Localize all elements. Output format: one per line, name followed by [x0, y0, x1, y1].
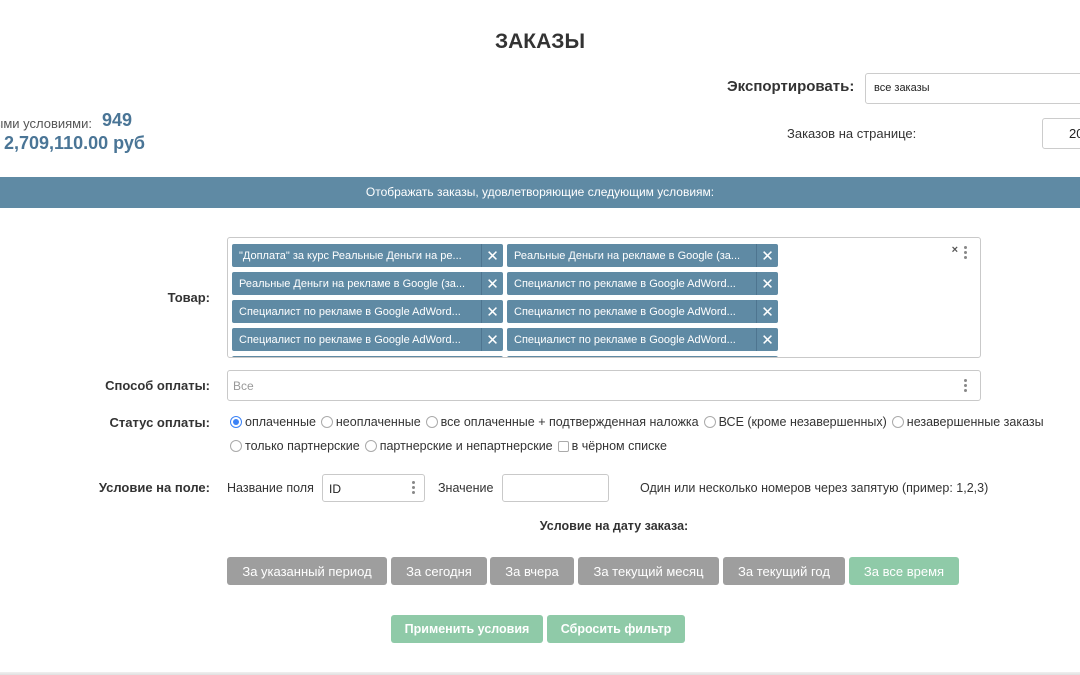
orders-sum-value: 2,709,110.00 руб [4, 133, 145, 153]
orders-count-label: ыми условиями: [0, 116, 92, 131]
date-filter-button[interactable]: За текущий год [723, 557, 845, 585]
payment-status-option[interactable]: все оплаченные + подтвержденная наложка [425, 415, 699, 429]
radio-icon[interactable] [230, 440, 242, 452]
date-filter-button[interactable]: За указанный период [227, 557, 387, 585]
payment-status-row-2: только партнерские партнерские и непартне… [230, 439, 672, 453]
product-tag: Специалист по рекламе в Google AdWord...… [232, 328, 503, 351]
payment-method-value: Все [233, 379, 254, 393]
product-tag-label: Специалист по рекламе в Google AdWord... [514, 333, 736, 346]
radio-icon[interactable] [703, 416, 716, 428]
product-tag-label: Реальные Деньги на рекламе в Google (за.… [514, 249, 741, 262]
payment-status-option[interactable]: ВСЕ (кроме незавершенных) [703, 415, 887, 429]
payment-status-option[interactable]: оплаченные [230, 415, 316, 429]
remove-tag-icon[interactable]: ✕ [756, 272, 778, 295]
product-tag: Специалист по рекламе в Google AdWord...… [507, 300, 778, 323]
reset-filter-button[interactable]: Сбросить фильтр [547, 615, 685, 643]
remove-tag-icon[interactable]: ✕ [756, 328, 778, 351]
option-label: в чёрном списке [571, 439, 667, 453]
field-name-label: Название поля [227, 481, 314, 495]
field-condition-hint: Один или несколько номеров через запятую… [640, 481, 989, 495]
per-page-input[interactable]: 20 [1042, 118, 1080, 149]
payment-status-option[interactable]: незавершенные заказы [891, 415, 1044, 429]
remove-tag-icon[interactable]: ✕ [481, 272, 503, 295]
date-condition-title: Условие на дату заказа: [539, 519, 689, 533]
date-filter-button[interactable]: За сегодня [391, 557, 487, 585]
product-tag: Реальные Деньги на рекламе в Google (за.… [232, 272, 503, 295]
radio-icon[interactable] [891, 416, 904, 428]
payment-status-row-1: оплаченные неоплаченные все оплаченные + п… [230, 415, 1049, 429]
remove-tag-icon[interactable]: ✕ [756, 244, 778, 267]
date-filter-button[interactable]: За все время [849, 557, 959, 585]
product-tag-label: Специалист по рекламе в Google AdWord... [514, 305, 736, 318]
product-tag-label: Специалист по рекламе в Google AdWord... [239, 333, 461, 346]
product-tag: Специалист по рекламе в Google AdWord...… [507, 272, 778, 295]
filter-banner: Отображать заказы, удовлетворяющие следу… [0, 177, 1080, 208]
remove-tag-icon[interactable]: ✕ [481, 244, 503, 267]
payment-status-option[interactable]: партнерские и непартнерские [364, 439, 553, 453]
product-tag-label: "Доплата" за курс Реальные Деньги на ре.… [239, 249, 462, 262]
field-name-select[interactable]: ID [322, 474, 425, 502]
remove-tag-icon[interactable]: ✕ [756, 300, 778, 323]
dropdown-handle-icon[interactable] [964, 246, 968, 259]
product-tag-label: Специалист по рекламе в Google AdWord... [239, 305, 461, 318]
dropdown-handle-icon [964, 379, 968, 392]
value-label: Значение [438, 481, 494, 495]
date-filter-button[interactable]: За вчера [490, 557, 574, 585]
checkbox-icon[interactable] [557, 440, 569, 452]
product-tag: Реальные Деньги на рекламе в Google (за.… [507, 244, 778, 267]
apply-filter-button[interactable]: Применить условия [391, 615, 543, 643]
field-name-value: ID [329, 482, 341, 496]
payment-method-select[interactable]: Все [227, 370, 981, 401]
radio-icon[interactable] [320, 416, 333, 428]
radio-icon[interactable] [230, 416, 242, 428]
dropdown-handle-icon [412, 481, 416, 494]
option-label: партнерские и непартнерские [379, 439, 553, 453]
product-label: Товар: [167, 290, 210, 305]
option-label: ВСЕ (кроме незавершенных) [718, 415, 887, 429]
product-tag: Специалист по рекламе в Google AdWord...… [232, 300, 503, 323]
per-page-label: Заказов на странице: [787, 126, 917, 141]
payment-status-option[interactable]: только партнерские [230, 439, 360, 453]
product-tag-label: Специалист по рекламе в Google AdWord... [514, 277, 736, 290]
value-input[interactable] [502, 474, 609, 502]
product-tag: Специалист по рекламе в Google AdWord...… [507, 328, 778, 351]
export-label: Экспортировать: [727, 78, 855, 95]
radio-icon[interactable] [425, 416, 438, 428]
remove-tag-icon[interactable]: ✕ [481, 300, 503, 323]
orders-count-value: 949 [102, 110, 133, 130]
option-label: оплаченные [245, 415, 316, 429]
product-tag: "Доплата" за курс Реальные Деньги на ре.… [232, 244, 503, 267]
option-label: все оплаченные + подтвержденная наложка [440, 415, 699, 429]
date-buttons-group: За указанный период За сегодня За вчера За … [227, 557, 967, 585]
product-tag-clipped [507, 356, 778, 357]
radio-icon[interactable] [364, 440, 377, 452]
payment-status-option[interactable]: неоплаченные [320, 415, 421, 429]
option-label: незавершенные заказы [906, 415, 1044, 429]
clear-selection-icon[interactable]: × [952, 244, 958, 256]
field-condition-label: Условие на поле: [98, 480, 210, 495]
remove-tag-icon[interactable]: ✕ [481, 328, 503, 351]
option-label: неоплаченные [335, 415, 421, 429]
product-tag-clipped [232, 356, 503, 357]
option-label: только партнерские [245, 439, 360, 453]
blacklist-checkbox[interactable]: в чёрном списке [557, 439, 667, 453]
product-multiselect[interactable]: "Доплата" за курс Реальные Деньги на ре.… [227, 237, 981, 358]
export-select[interactable]: все заказы [865, 73, 1080, 104]
payment-method-label: Способ оплаты: [105, 378, 210, 393]
date-filter-button[interactable]: За текущий месяц [578, 557, 719, 585]
product-tag-label: Реальные Деньги на рекламе в Google (за.… [239, 277, 466, 290]
payment-status-label: Статус оплаты: [109, 415, 210, 430]
page-title: ЗАКАЗЫ [494, 30, 586, 53]
